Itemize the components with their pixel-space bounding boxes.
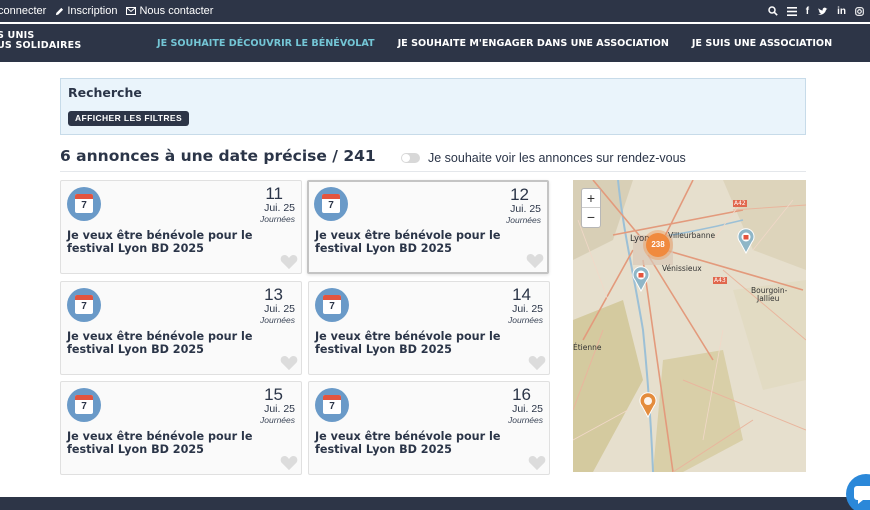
heart-icon[interactable] — [526, 253, 544, 269]
signup-link-label: Inscription — [67, 5, 118, 17]
card-day: 16 — [512, 385, 531, 404]
card-month: Jui. 25 — [512, 403, 543, 415]
card-title[interactable]: Je veux être bénévole pour le festival L… — [315, 430, 535, 456]
pencil-icon — [56, 7, 64, 15]
search-panel: Recherche AFFICHER LES FILTRES — [60, 78, 806, 135]
map-pin-icon[interactable] — [632, 266, 650, 292]
zoom-in-button[interactable]: + — [582, 189, 600, 208]
card-day: 14 — [512, 285, 531, 304]
map-label-villeurbanne: Villeurbanne — [668, 231, 716, 240]
card-duration: Journées — [508, 315, 543, 325]
site-logo[interactable]: S UNIS US SOLIDAIRES — [0, 31, 81, 51]
card-duration: Journées — [260, 415, 295, 425]
event-card[interactable]: 7 12 Jui. 25 Journées Je veux être bénév… — [307, 180, 549, 274]
card-duration: Journées — [260, 214, 295, 224]
appointment-toggle[interactable]: Je souhaite voir les annonces sur rendez… — [401, 151, 686, 165]
map-road-a43: A43 — [713, 277, 727, 284]
card-day: 12 — [510, 185, 529, 204]
search-title: Recherche — [68, 85, 142, 100]
map-cluster-marker[interactable]: 238 — [646, 233, 670, 257]
main-navbar: S UNIS US SOLIDAIRES JE SOUHAITE DÉCOUVR… — [0, 24, 870, 62]
login-link[interactable]: connecter — [0, 5, 46, 17]
twitter-icon[interactable] — [818, 7, 828, 16]
card-title[interactable]: Je veux être bénévole pour le festival L… — [315, 229, 535, 255]
envelope-icon — [126, 7, 137, 15]
nav-engage-association[interactable]: JE SOUHAITE M'ENGAGER DANS UNE ASSOCIATI… — [398, 38, 669, 49]
map-label-venissieux: Vénissieux — [662, 264, 702, 273]
map-road-a42: A42 — [733, 200, 747, 207]
map-pin-icon[interactable] — [737, 228, 755, 254]
card-month: Jui. 25 — [264, 303, 295, 315]
zoom-out-button[interactable]: − — [582, 208, 600, 227]
toggle-switch[interactable] — [401, 153, 420, 163]
heart-icon[interactable] — [528, 455, 546, 471]
card-title[interactable]: Je veux être bénévole pour le festival L… — [67, 430, 287, 456]
map-pin-icon[interactable] — [639, 392, 657, 418]
logo-line-2: US SOLIDAIRES — [0, 40, 82, 51]
contact-link-label: Nous contacter — [139, 5, 214, 17]
card-month: Jui. 25 — [512, 303, 543, 315]
heart-icon[interactable] — [280, 254, 298, 270]
card-duration: Journées — [506, 215, 541, 225]
chat-bubble-icon — [854, 486, 870, 504]
divider — [60, 171, 806, 172]
card-day: 13 — [264, 285, 283, 304]
calendar-icon: 7 — [67, 388, 101, 422]
map-zoom-control: + − — [581, 188, 601, 228]
linkedin-icon[interactable]: in — [837, 6, 846, 17]
card-title[interactable]: Je veux être bénévole pour le festival L… — [315, 330, 535, 356]
social-icons: f in — [768, 0, 864, 22]
top-utility-bar: connecter Inscription Nous contacter f i… — [0, 0, 870, 22]
results-count: 6 annonces à une date précise / 241 — [60, 147, 376, 165]
card-day: 15 — [264, 385, 283, 404]
facebook-icon[interactable]: f — [806, 6, 809, 17]
event-card[interactable]: 7 11 Jui. 25 Journées Je veux être bénév… — [60, 180, 302, 274]
calendar-icon: 7 — [315, 388, 349, 422]
event-card[interactable]: 7 14 Jui. 25 Journées Je veux être bénév… — [308, 281, 550, 375]
card-month: Jui. 25 — [264, 202, 295, 214]
heart-icon[interactable] — [528, 355, 546, 371]
calendar-icon: 7 — [314, 187, 348, 221]
results-map[interactable]: + − Lyon Villeurbanne Vénissieux Bourgoi… — [573, 180, 806, 472]
instagram-icon[interactable] — [855, 6, 864, 16]
show-filters-button[interactable]: AFFICHER LES FILTRES — [68, 111, 190, 126]
card-title[interactable]: Je veux être bénévole pour le festival L… — [67, 229, 287, 255]
card-month: Jui. 25 — [510, 203, 541, 215]
calendar-icon: 7 — [67, 288, 101, 322]
calendar-icon: 7 — [67, 187, 101, 221]
heart-icon[interactable] — [280, 455, 298, 471]
event-card[interactable]: 7 15 Jui. 25 Journées Je veux être bénév… — [60, 381, 302, 475]
card-title[interactable]: Je veux être bénévole pour le festival L… — [67, 330, 287, 356]
heart-icon[interactable] — [280, 355, 298, 371]
event-card[interactable]: 7 13 Jui. 25 Journées Je veux être bénév… — [60, 281, 302, 375]
contact-link[interactable]: Nous contacter — [126, 5, 213, 17]
map-label-jallieu: Jallieu — [757, 294, 780, 303]
nav-discover-volunteering[interactable]: JE SOUHAITE DÉCOUVRIR LE BÉNÉVOLAT — [157, 38, 375, 49]
nav-links: JE SOUHAITE DÉCOUVRIR LE BÉNÉVOLAT JE SO… — [157, 24, 832, 62]
card-duration: Journées — [260, 315, 295, 325]
search-icon[interactable] — [768, 6, 778, 16]
map-terrain — [573, 180, 806, 472]
toggle-label: Je souhaite voir les annonces sur rendez… — [428, 151, 686, 165]
map-label-etienne: Étienne — [573, 343, 602, 352]
chat-button[interactable] — [846, 474, 870, 510]
signup-link[interactable]: Inscription — [55, 5, 117, 17]
account-links: connecter Inscription Nous contacter — [0, 5, 213, 17]
card-day: 11 — [265, 184, 283, 203]
event-card[interactable]: 7 16 Jui. 25 Journées Je veux être bénév… — [308, 381, 550, 475]
login-link-label: connecter — [0, 5, 47, 17]
nav-i-am-association[interactable]: JE SUIS UNE ASSOCIATION — [692, 38, 832, 49]
card-month: Jui. 25 — [264, 403, 295, 415]
card-duration: Journées — [508, 415, 543, 425]
menu-icon[interactable] — [786, 6, 797, 16]
footer-bar — [0, 497, 870, 510]
calendar-icon: 7 — [315, 288, 349, 322]
